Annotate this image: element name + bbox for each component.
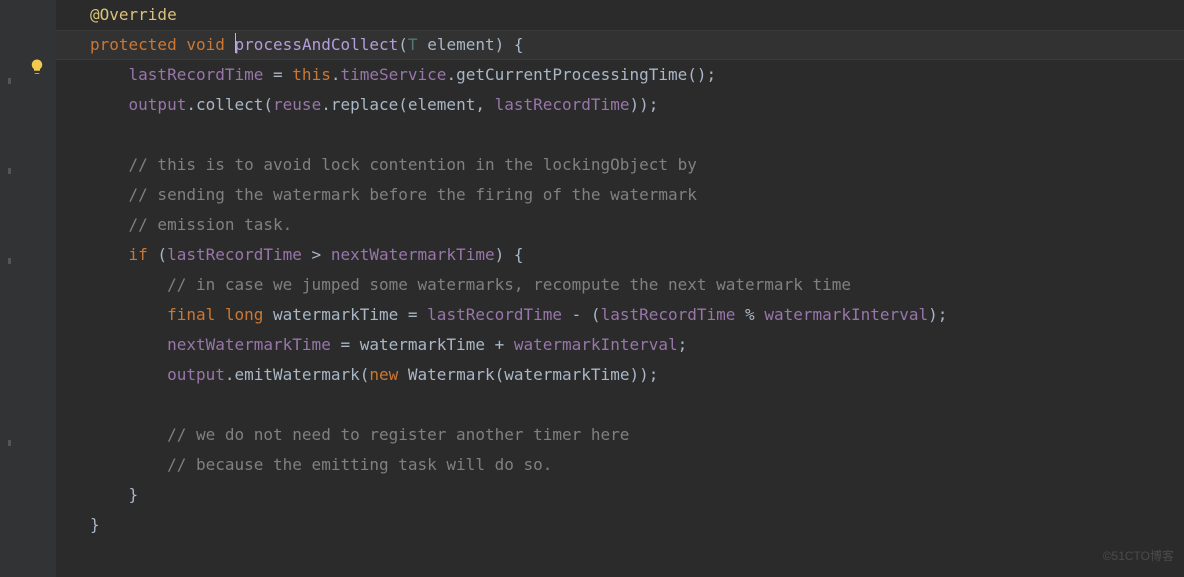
- code-line: nextWatermarkTime = watermarkTime + wate…: [56, 330, 1184, 360]
- type-param: T: [408, 35, 418, 54]
- field: lastRecordTime: [427, 305, 562, 324]
- code-line-current: protected void processAndCollect(T eleme…: [56, 30, 1184, 60]
- code-line: output.emitWatermark(new Watermark(water…: [56, 360, 1184, 390]
- code-line-comment: // in case we jumped some watermarks, re…: [56, 270, 1184, 300]
- keyword: long: [225, 305, 264, 324]
- code-line-comment: // sending the watermark before the firi…: [56, 180, 1184, 210]
- code-line-comment: // this is to avoid lock contention in t…: [56, 150, 1184, 180]
- field: lastRecordTime: [601, 305, 736, 324]
- lightbulb-icon[interactable]: [28, 58, 46, 76]
- fold-marker: [8, 440, 11, 446]
- code-line: lastRecordTime = this.timeService.getCur…: [56, 60, 1184, 90]
- code-editor[interactable]: @Override protected void processAndColle…: [56, 0, 1184, 577]
- param-name: element: [427, 35, 494, 54]
- fold-marker: [8, 168, 11, 174]
- code-line: output.collect(reuse.replace(element, la…: [56, 90, 1184, 120]
- method-name: processAndCollect: [235, 35, 399, 54]
- keyword: new: [369, 365, 398, 384]
- field: watermarkInterval: [514, 335, 678, 354]
- keyword: protected: [90, 35, 177, 54]
- code-line-comment: // we do not need to register another ti…: [56, 420, 1184, 450]
- field: nextWatermarkTime: [167, 335, 331, 354]
- code-line-comment: // emission task.: [56, 210, 1184, 240]
- editor-gutter: [0, 0, 56, 577]
- code-line: @Override: [56, 0, 1184, 30]
- code-line: }: [56, 510, 1184, 540]
- code-line-blank: [56, 390, 1184, 420]
- code-line: final long watermarkTime = lastRecordTim…: [56, 300, 1184, 330]
- keyword: final: [167, 305, 215, 324]
- fold-marker: [8, 258, 11, 264]
- code-line: }: [56, 480, 1184, 510]
- fold-marker: [8, 78, 11, 84]
- annotation: @Override: [90, 5, 177, 24]
- keyword: void: [186, 35, 225, 54]
- code-line-blank: [56, 120, 1184, 150]
- field: lastRecordTime: [495, 95, 630, 114]
- watermark-text: ©51CTO博客: [1103, 541, 1174, 571]
- field: nextWatermarkTime: [331, 245, 495, 264]
- keyword: if: [129, 245, 148, 264]
- field: lastRecordTime: [129, 65, 264, 84]
- field: reuse: [273, 95, 321, 114]
- code-line-comment: // because the emitting task will do so.: [56, 450, 1184, 480]
- code-line: if (lastRecordTime > nextWatermarkTime) …: [56, 240, 1184, 270]
- field: output: [167, 365, 225, 384]
- field: lastRecordTime: [167, 245, 302, 264]
- field: watermarkInterval: [764, 305, 928, 324]
- keyword: this: [292, 65, 331, 84]
- field: output: [129, 95, 187, 114]
- field: timeService: [340, 65, 446, 84]
